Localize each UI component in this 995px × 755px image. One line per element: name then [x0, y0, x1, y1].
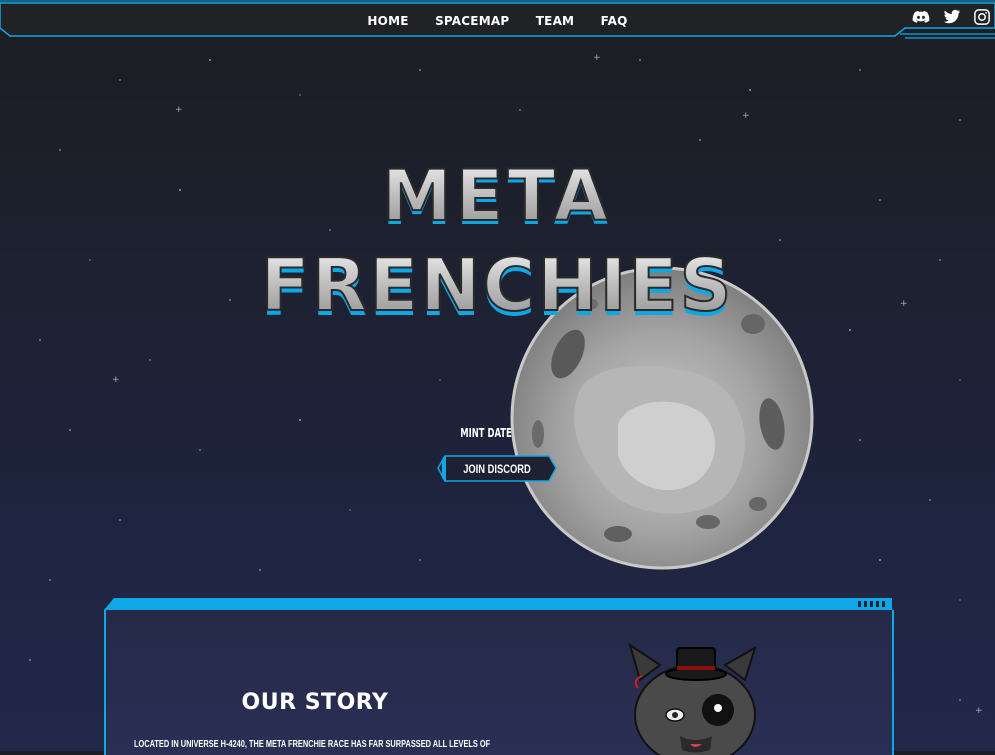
meta-frenchies-logo: META META FRENCHIES FRENCHIES: [260, 155, 734, 332]
nav-faq-link[interactable]: FAQ: [601, 14, 628, 28]
discord-icon[interactable]: [912, 8, 930, 26]
title-line-meta: META: [382, 155, 612, 237]
nav-home-link[interactable]: HOME: [367, 14, 408, 28]
mint-date-label: MINT DATE: [460, 426, 512, 440]
svg-text:+: +: [975, 706, 983, 716]
twitter-icon[interactable]: [943, 8, 961, 26]
instagram-icon[interactable]: [973, 8, 991, 26]
story-panel: [104, 610, 894, 755]
title-line-frenchies: FRENCHIES: [261, 243, 734, 327]
nav-team-link[interactable]: TEAM: [536, 14, 574, 28]
story-panel-header-bar: [104, 598, 892, 610]
svg-text:+: +: [112, 375, 120, 385]
frenchie-character-image: [628, 642, 757, 755]
story-paragraph: LOCATED IN UNIVERSE H-4240, THE META FRE…: [134, 739, 491, 750]
social-links: [904, 8, 991, 26]
svg-text:+: +: [742, 111, 750, 121]
join-discord-label: JOIN DISCORD: [463, 462, 531, 476]
top-navigation: HOME SPACEMAP TEAM FAQ: [0, 0, 995, 40]
our-story-heading: OUR STORY: [241, 690, 389, 715]
nav-spacemap-link[interactable]: SPACEMAP: [435, 14, 509, 28]
svg-text:+: +: [175, 105, 183, 115]
join-discord-button[interactable]: JOIN DISCORD: [437, 455, 557, 482]
svg-text:+: +: [593, 53, 601, 63]
